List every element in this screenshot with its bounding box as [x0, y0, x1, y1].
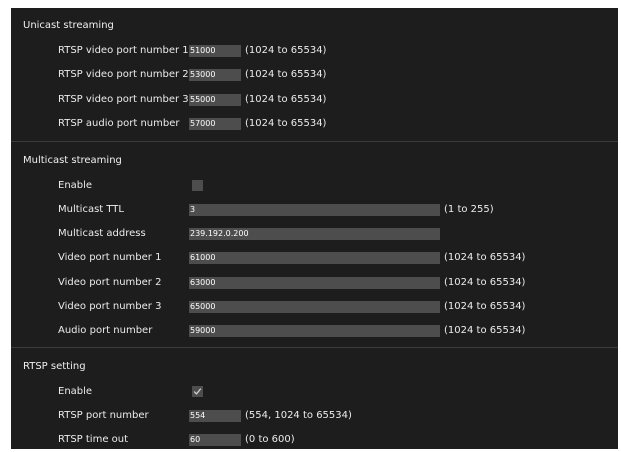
rtsp-timeout-input[interactable]	[189, 434, 241, 446]
multicast-video-port-3-range: (1024 to 65534)	[444, 301, 526, 312]
multicast-ttl-input[interactable]	[189, 204, 440, 216]
unicast-video-port-2-row: RTSP video port number 2 (1024 to 65534)	[11, 68, 618, 82]
multicast-video-port-3-label: Video port number 3	[58, 301, 162, 312]
multicast-audio-port-label: Audio port number	[58, 325, 153, 336]
unicast-audio-port-input[interactable]	[189, 118, 241, 130]
multicast-video-port-1-range: (1024 to 65534)	[444, 252, 526, 263]
multicast-video-port-2-row: Video port number 2 (1024 to 65534)	[11, 276, 618, 290]
multicast-video-port-1-label: Video port number 1	[58, 252, 162, 263]
unicast-video-port-1-label: RTSP video port number 1	[58, 45, 189, 56]
unicast-audio-port-label: RTSP audio port number	[58, 118, 180, 129]
rtsp-timeout-row: RTSP time out (0 to 600)	[11, 433, 618, 447]
unicast-video-port-1-input[interactable]	[189, 45, 241, 57]
unicast-video-port-1-range: (1024 to 65534)	[245, 45, 327, 56]
multicast-ttl-row: Multicast TTL (1 to 255)	[11, 203, 618, 217]
unicast-video-port-3-label: RTSP video port number 3	[58, 94, 189, 105]
multicast-video-port-3-row: Video port number 3 (1024 to 65534)	[11, 300, 618, 314]
rtsp-enable-checkbox[interactable]	[192, 386, 203, 397]
unicast-video-port-3-row: RTSP video port number 3 (1024 to 65534)	[11, 93, 618, 107]
multicast-address-label: Multicast address	[58, 228, 146, 239]
section-divider	[11, 141, 618, 142]
unicast-audio-port-row: RTSP audio port number (1024 to 65534)	[11, 117, 618, 131]
rtsp-port-input[interactable]	[189, 410, 241, 422]
unicast-section-title: Unicast streaming	[23, 20, 114, 31]
section-divider	[11, 347, 618, 348]
multicast-audio-port-row: Audio port number (1024 to 65534)	[11, 324, 618, 338]
multicast-section-title: Multicast streaming	[23, 155, 122, 166]
rtsp-port-row: RTSP port number (554, 1024 to 65534)	[11, 409, 618, 423]
multicast-video-port-2-label: Video port number 2	[58, 277, 162, 288]
unicast-video-port-3-range: (1024 to 65534)	[245, 94, 327, 105]
multicast-address-row: Multicast address	[11, 227, 618, 241]
multicast-enable-row: Enable	[11, 179, 618, 193]
multicast-video-port-2-input[interactable]	[189, 277, 440, 289]
settings-panel: Unicast streaming RTSP video port number…	[11, 8, 618, 449]
rtsp-section-title: RTSP setting	[23, 361, 86, 372]
multicast-audio-port-range: (1024 to 65534)	[444, 325, 526, 336]
multicast-video-port-1-row: Video port number 1 (1024 to 65534)	[11, 251, 618, 265]
rtsp-timeout-range: (0 to 600)	[245, 434, 295, 445]
unicast-video-port-2-input[interactable]	[189, 69, 241, 81]
unicast-video-port-2-range: (1024 to 65534)	[245, 69, 327, 80]
unicast-video-port-1-row: RTSP video port number 1 (1024 to 65534)	[11, 44, 618, 58]
unicast-video-port-2-label: RTSP video port number 2	[58, 69, 189, 80]
rtsp-enable-row: Enable	[11, 385, 618, 399]
unicast-audio-port-range: (1024 to 65534)	[245, 118, 327, 129]
multicast-ttl-label: Multicast TTL	[58, 204, 124, 215]
multicast-video-port-3-input[interactable]	[189, 301, 440, 313]
rtsp-timeout-label: RTSP time out	[58, 434, 129, 445]
rtsp-enable-label: Enable	[58, 386, 93, 397]
unicast-video-port-3-input[interactable]	[189, 94, 241, 106]
multicast-enable-checkbox[interactable]	[192, 180, 203, 191]
rtsp-port-range: (554, 1024 to 65534)	[245, 410, 352, 421]
check-icon	[193, 388, 202, 395]
multicast-ttl-range: (1 to 255)	[444, 204, 494, 215]
multicast-enable-label: Enable	[58, 180, 93, 191]
rtsp-port-label: RTSP port number	[58, 410, 149, 421]
multicast-video-port-1-input[interactable]	[189, 252, 440, 264]
multicast-audio-port-input[interactable]	[189, 325, 440, 337]
multicast-video-port-2-range: (1024 to 65534)	[444, 277, 526, 288]
multicast-address-input[interactable]	[189, 228, 440, 240]
